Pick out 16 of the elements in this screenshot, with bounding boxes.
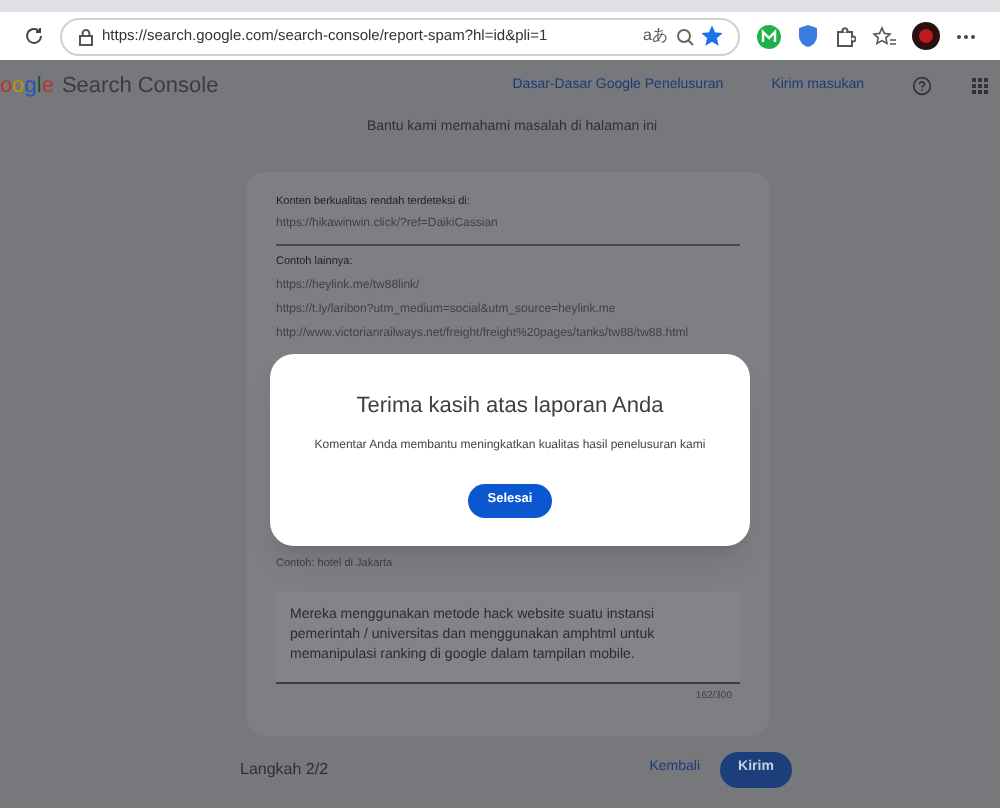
favorites-icon[interactable] — [872, 25, 896, 47]
puzzle-icon[interactable] — [834, 25, 856, 47]
reload-icon[interactable] — [24, 26, 44, 46]
translate-icon[interactable]: aあ — [643, 24, 668, 48]
zoom-icon[interactable] — [676, 27, 694, 45]
dialog-title: Terima kasih atas laporan Anda — [356, 392, 664, 422]
more-icon[interactable] — [956, 33, 976, 39]
shield-icon[interactable] — [798, 24, 818, 48]
help-icon[interactable] — [912, 76, 932, 96]
star-icon[interactable] — [702, 26, 722, 46]
product-name: Search Console — [61, 71, 219, 102]
apps-icon[interactable] — [972, 78, 988, 94]
avatar-icon[interactable] — [912, 22, 940, 50]
step-indicator: Langkah 2/2 — [240, 757, 329, 781]
lock-icon — [78, 27, 94, 45]
extension-icon[interactable] — [756, 23, 782, 49]
